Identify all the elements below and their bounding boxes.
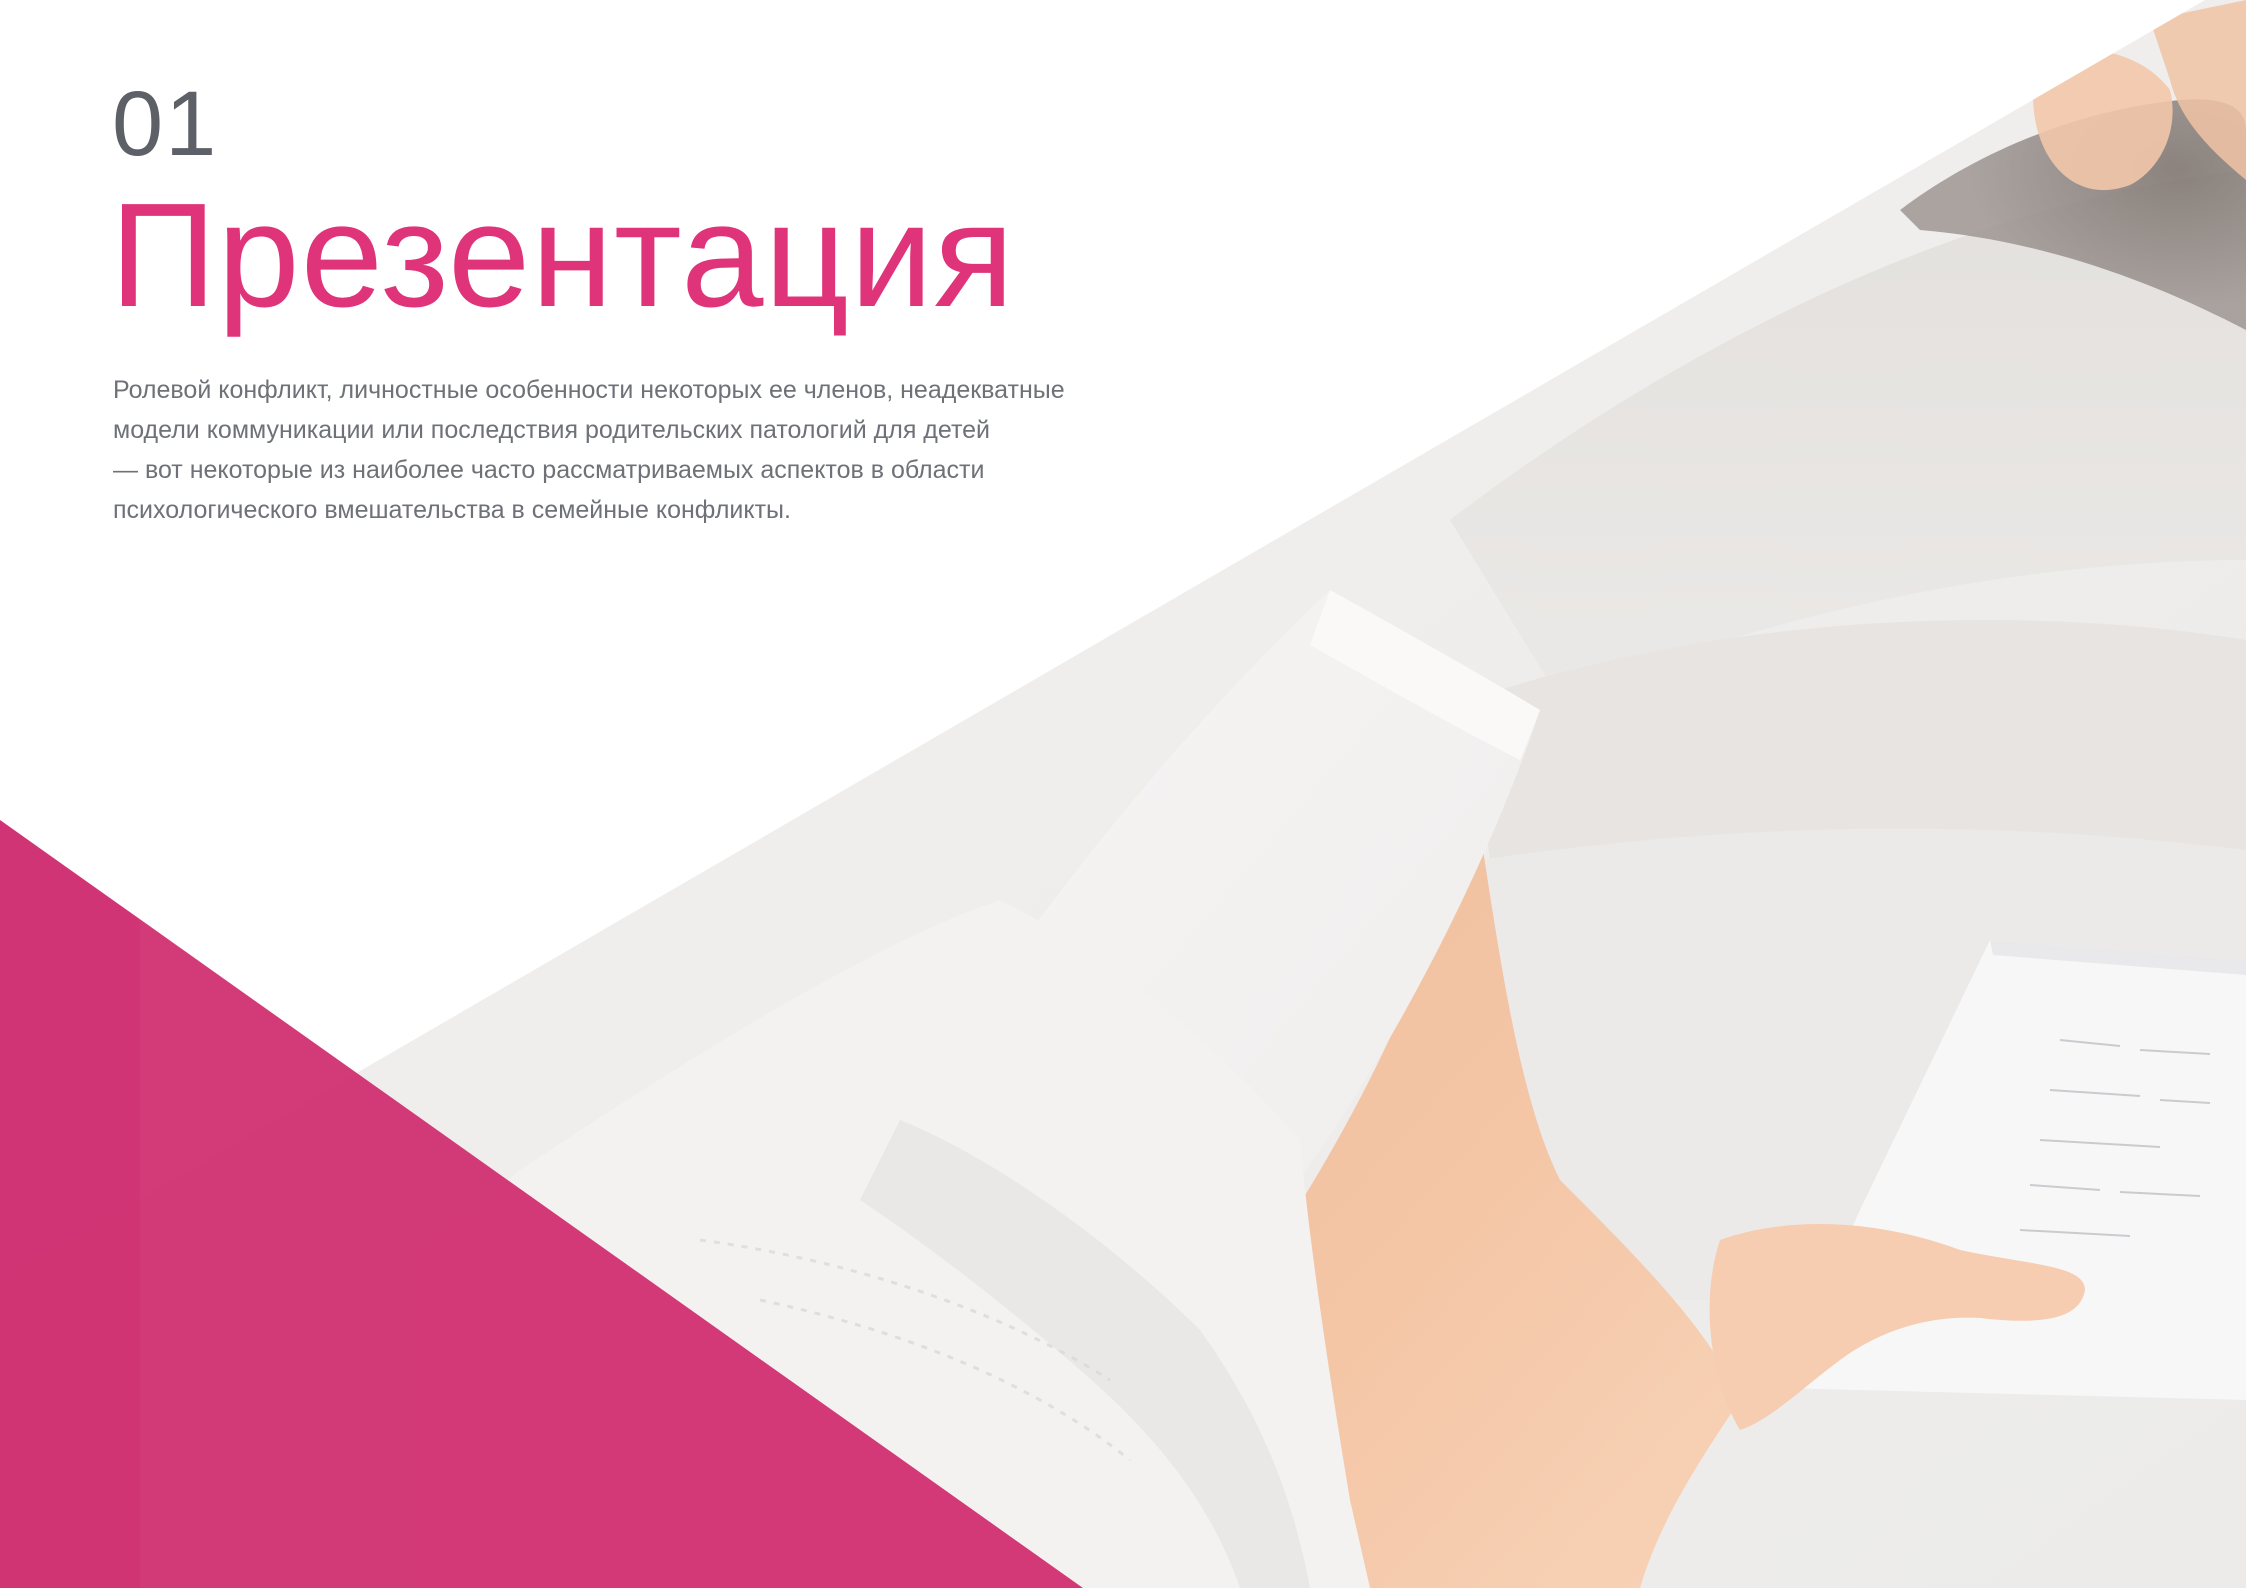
intro-paragraph: Ролевой конфликт, личностные особенности… [113,370,1163,530]
intro-line: психологического вмешательства в семейны… [113,496,791,524]
intro-line: Ролевой конфликт, личностные особенности… [113,376,1065,404]
page-title: Презентация [110,173,1015,338]
section-number: 01 [112,73,219,175]
intro-line: — вот некоторые из наиболее часто рассма… [113,456,985,484]
intro-line: модели коммуникации или последствия роди… [113,416,991,444]
presentation-page: 01 Презентация Ролевой конфликт, личност… [0,0,2246,1588]
